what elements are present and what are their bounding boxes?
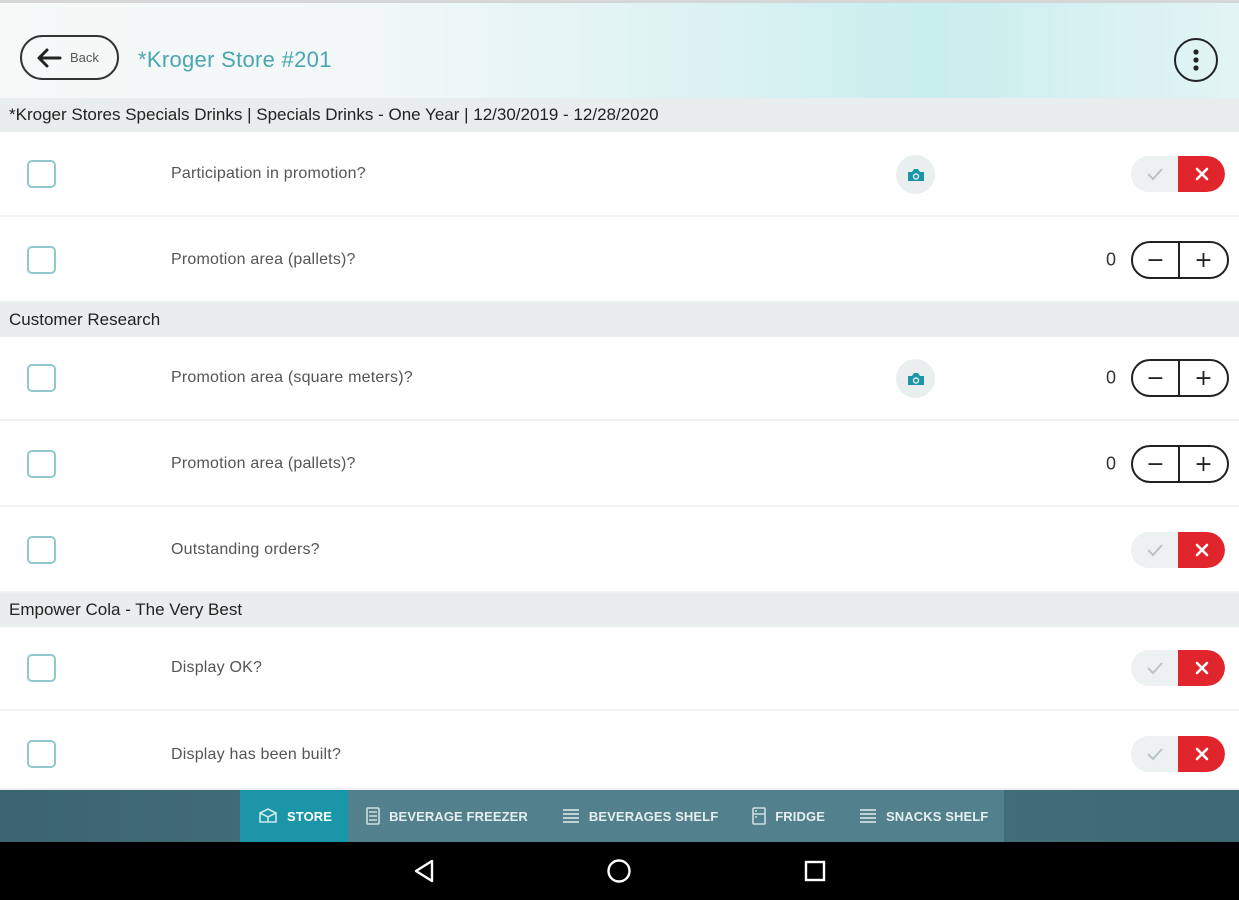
decrement-button[interactable]: −	[1133, 243, 1181, 277]
row-checkbox[interactable]	[27, 364, 56, 392]
row-checkbox[interactable]	[27, 450, 56, 478]
more-menu-button[interactable]	[1174, 38, 1218, 82]
quantity-stepper[interactable]: − +	[1131, 241, 1229, 279]
check-icon	[1146, 747, 1163, 760]
question-row: Promotion area (square meters)? 0 − +	[0, 337, 1239, 421]
close-icon	[1195, 543, 1208, 557]
page-title: *Kroger Store #201	[138, 47, 332, 72]
back-label: Back	[70, 50, 99, 65]
shelf-icon	[859, 809, 876, 823]
question-label: Display has been built?	[171, 746, 342, 763]
no-option[interactable]	[1178, 156, 1225, 192]
row-checkbox[interactable]	[27, 160, 56, 188]
increment-button[interactable]: +	[1180, 361, 1227, 395]
yes-option[interactable]	[1131, 650, 1178, 686]
row-checkbox[interactable]	[27, 654, 56, 682]
question-label: Outstanding orders?	[171, 541, 320, 558]
back-button[interactable]: Back	[20, 35, 119, 80]
tab-store[interactable]: STORE	[240, 790, 349, 842]
no-option[interactable]	[1178, 735, 1225, 772]
question-row: Promotion area (pallets)? 0 − +	[0, 423, 1239, 507]
question-row: Participation in promotion?	[0, 133, 1239, 217]
question-label: Promotion area (square meters)?	[171, 369, 413, 386]
no-option[interactable]	[1178, 532, 1225, 568]
tab-beverages-shelf[interactable]: BEVERAGES SHELF	[544, 790, 734, 842]
question-row: Display OK?	[0, 627, 1239, 711]
stepper-value: 0	[1105, 249, 1116, 270]
bottom-tab-bar: STORE BEVERAGE FREEZER BEVERAGES SHELF F…	[0, 790, 1239, 842]
question-label: Promotion area (pallets)?	[171, 455, 356, 472]
question-label: Display OK?	[171, 659, 263, 676]
increment-button[interactable]: +	[1180, 447, 1227, 481]
arrow-left-icon	[37, 48, 62, 67]
quantity-stepper[interactable]: − +	[1131, 445, 1229, 483]
check-icon	[1146, 662, 1163, 675]
camera-button[interactable]	[896, 155, 935, 194]
increment-button[interactable]: +	[1180, 243, 1227, 277]
close-icon	[1195, 747, 1208, 760]
question-label: Participation in promotion?	[171, 165, 366, 182]
back-triangle-icon[interactable]	[411, 858, 437, 884]
question-row: Promotion area (pallets)? 0 − +	[0, 219, 1239, 303]
freezer-icon	[366, 807, 380, 825]
section-header: Customer Research	[0, 303, 1239, 337]
tab-label: SNACKS SHELF	[885, 808, 989, 824]
tab-label: FRIDGE	[775, 808, 825, 824]
question-label: Promotion area (pallets)?	[171, 251, 356, 268]
tab-label: BEVERAGE FREEZER	[389, 808, 528, 824]
yes-option[interactable]	[1131, 156, 1178, 192]
yes-option[interactable]	[1131, 735, 1178, 772]
check-icon	[1146, 544, 1163, 557]
yes-no-toggle[interactable]	[1131, 156, 1225, 192]
shelf-icon	[562, 809, 579, 823]
tab-snacks-shelf[interactable]: SNACKS SHELF	[841, 790, 1004, 842]
tab-label: BEVERAGES SHELF	[588, 808, 719, 824]
decrement-button[interactable]: −	[1133, 447, 1181, 481]
close-icon	[1195, 661, 1208, 675]
system-nav-bar	[0, 842, 1239, 900]
yes-option[interactable]	[1131, 532, 1178, 568]
recents-square-icon[interactable]	[802, 858, 828, 884]
section-header: *Kroger Stores Specials Drinks | Special…	[0, 98, 1239, 132]
tab-beverage-freezer[interactable]: BEVERAGE FREEZER	[348, 790, 544, 842]
row-checkbox[interactable]	[27, 739, 56, 768]
camera-icon	[907, 372, 924, 385]
tab-label: STORE	[287, 808, 333, 824]
fridge-icon	[752, 807, 767, 825]
row-checkbox[interactable]	[27, 536, 56, 564]
no-option[interactable]	[1178, 650, 1225, 686]
row-checkbox[interactable]	[27, 246, 56, 274]
stepper-value: 0	[1105, 367, 1116, 388]
camera-icon	[907, 168, 924, 181]
more-vertical-icon	[1193, 49, 1199, 71]
question-row: Display has been built?	[0, 713, 1239, 790]
quantity-stepper[interactable]: − +	[1131, 359, 1229, 397]
app-header: Back *Kroger Store #201	[0, 0, 1239, 100]
check-icon	[1146, 168, 1163, 181]
tab-fridge[interactable]: FRIDGE	[734, 790, 841, 842]
home-circle-icon[interactable]	[606, 858, 632, 884]
yes-no-toggle[interactable]	[1131, 532, 1225, 568]
close-icon	[1195, 167, 1208, 181]
question-row: Outstanding orders?	[0, 509, 1239, 593]
camera-button[interactable]	[896, 359, 935, 398]
section-header: Empower Cola - The Very Best	[0, 593, 1239, 627]
store-icon	[259, 808, 277, 823]
decrement-button[interactable]: −	[1133, 361, 1181, 395]
yes-no-toggle[interactable]	[1131, 650, 1225, 686]
stepper-value: 0	[1105, 453, 1116, 474]
yes-no-toggle[interactable]	[1131, 735, 1225, 772]
